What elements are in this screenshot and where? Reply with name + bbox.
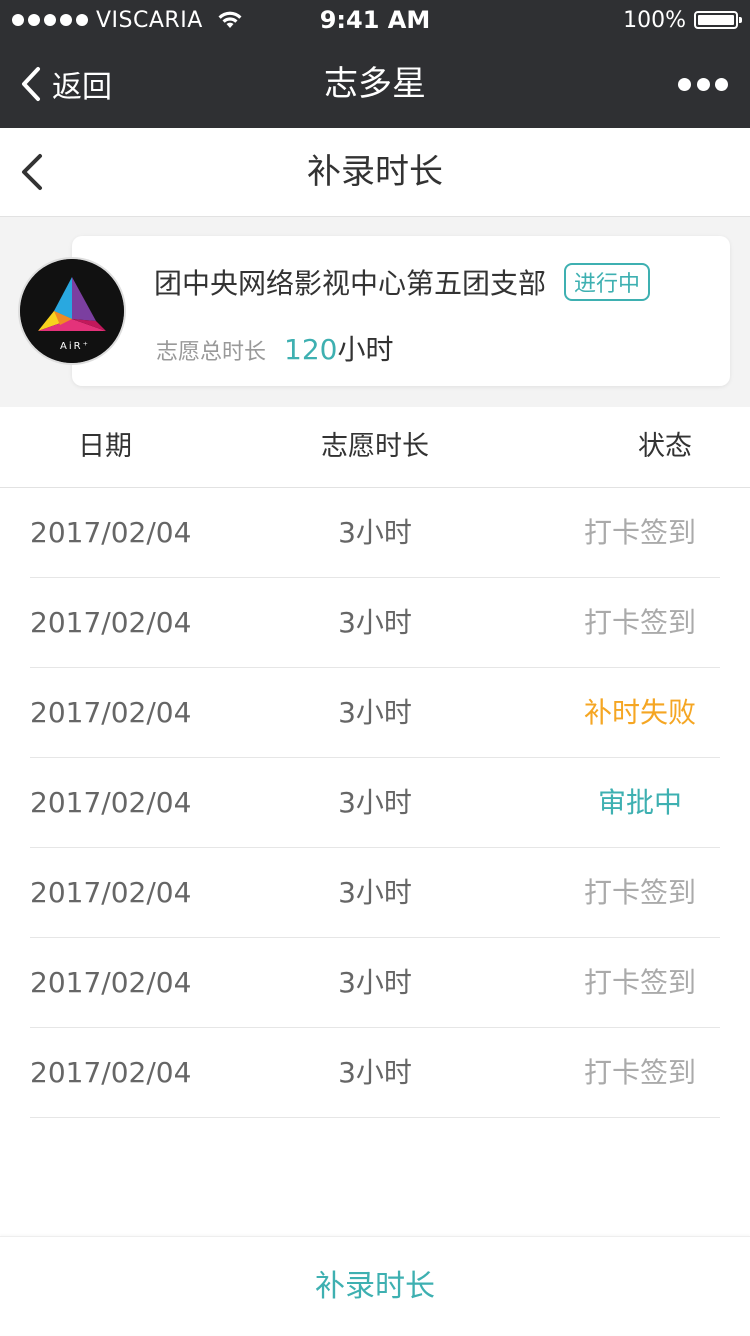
battery-icon [694, 11, 742, 29]
row-status: 打卡签到 [583, 516, 696, 549]
org-row: 团中央网络影视中心第五团支部 进行中 [154, 262, 651, 302]
status-badge: 进行中 [564, 263, 651, 301]
app-nav-bar: 返回 志多星 [0, 40, 750, 128]
table-row: 2017/02/04 3小时 打卡签到 [0, 848, 750, 938]
table-row: 2017/02/04 3小时 打卡签到 [0, 578, 750, 668]
records-list: 2017/02/04 3小时 打卡签到 2017/02/04 3小时 打卡签到 … [0, 488, 750, 1118]
battery-percent: 100% [623, 7, 686, 33]
table-row: 2017/02/04 3小时 审批中 [0, 758, 750, 848]
avatar: AiR⁺ [20, 259, 124, 363]
page-header: 补录时长 [0, 128, 750, 217]
total-hours-row: 志愿总时长 120 小时 [156, 328, 393, 368]
total-hours-value: 120 [284, 333, 338, 366]
more-dots-icon[interactable] [678, 70, 728, 98]
total-hours-label: 志愿总时长 [156, 340, 267, 365]
row-status: 打卡签到 [583, 606, 696, 639]
row-status: 打卡签到 [583, 876, 696, 909]
table-header: 日期 志愿时长 状态 [0, 407, 750, 488]
status-bar: VISCARIA 9:41 AM 100% [0, 0, 750, 40]
column-header-status: 状态 [638, 431, 692, 462]
table-row: 2017/02/04 3小时 打卡签到 [0, 488, 750, 578]
row-status: 审批中 [597, 786, 682, 819]
page-title: 补录时长 [307, 152, 443, 192]
summary-area: 团中央网络影视中心第五团支部 进行中 志愿总时长 120 小时 AiR⁺ [0, 217, 750, 407]
row-status: 补时失败 [583, 696, 696, 729]
total-hours-unit: 小时 [337, 333, 394, 366]
table-row: 2017/02/04 3小时 打卡签到 [0, 1028, 750, 1118]
bottom-bar: 补录时长 [0, 1236, 750, 1335]
org-name: 团中央网络影视中心第五团支部 [154, 267, 547, 300]
table-row: 2017/02/04 3小时 打卡签到 [0, 938, 750, 1028]
table-row: 2017/02/04 3小时 补时失败 [0, 668, 750, 758]
row-status: 打卡签到 [583, 966, 696, 999]
org-logo-icon: AiR⁺ [20, 259, 124, 363]
row-status: 打卡签到 [583, 1056, 696, 1089]
supplement-hours-button[interactable]: 补录时长 [0, 1237, 750, 1335]
org-summary-card: 团中央网络影视中心第五团支部 进行中 志愿总时长 120 小时 [72, 236, 730, 386]
app-title: 志多星 [324, 64, 426, 104]
logo-text: AiR⁺ [60, 341, 90, 352]
status-right: 100% [623, 6, 742, 34]
